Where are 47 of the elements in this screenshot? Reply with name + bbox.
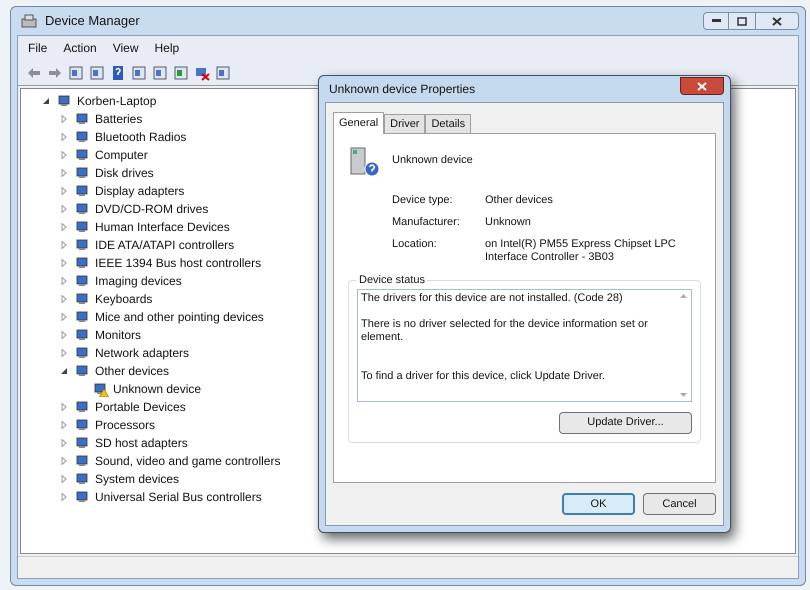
tree-item[interactable]: Imaging devices — [95, 272, 182, 290]
tree-item[interactable]: Human Interface Devices — [95, 218, 230, 236]
property-label: Device type: — [392, 194, 454, 207]
property-value: Other devices — [485, 194, 554, 207]
tab[interactable]: Driver — [384, 114, 426, 133]
tree-item[interactable]: Unknown device — [113, 380, 202, 398]
property-label: Location: — [392, 238, 438, 251]
status-message: There is no driver selected for the device information set or element. — [361, 318, 649, 344]
tree-item[interactable]: Keyboards — [95, 290, 152, 308]
tree-item[interactable]: DVD/CD-ROM drives — [95, 200, 208, 218]
tree-item[interactable]: Batteries — [95, 110, 142, 128]
group-title: Device status — [358, 273, 426, 288]
property-label: Manufacturer: — [392, 216, 461, 229]
tab[interactable]: General — [333, 112, 384, 134]
tree-item[interactable]: Processors — [95, 416, 156, 434]
dialog-button[interactable]: Cancel — [643, 493, 716, 515]
tree-item[interactable]: Portable Devices — [95, 398, 186, 416]
window-title: Device Manager — [45, 12, 140, 30]
tree-item[interactable]: Disk drives — [95, 164, 154, 182]
tree-item[interactable]: Monitors — [95, 326, 142, 344]
update-driver-button[interactable]: Update Driver... — [559, 412, 692, 434]
tree-item[interactable]: Sound, video and game controllers — [95, 452, 280, 470]
tree-item[interactable]: Universal Serial Bus controllers — [95, 488, 262, 506]
tree-item[interactable]: Display adapters — [95, 182, 184, 200]
tree-item[interactable]: Other devices — [95, 362, 170, 380]
status-message: To find a driver for this device, click Update Driver. — [361, 370, 606, 382]
tree-item[interactable]: Network adapters — [95, 344, 190, 362]
dialog-title: Unknown device Properties — [329, 81, 476, 98]
property-value: Unknown — [485, 216, 532, 229]
menu-item[interactable]: File — [22, 39, 54, 57]
device-name: Unknown device — [392, 153, 473, 168]
dialog-button[interactable]: OK — [562, 493, 635, 515]
tab[interactable]: Details — [425, 114, 472, 133]
tree-item[interactable]: SD host adapters — [95, 434, 188, 452]
menu-item[interactable]: Help — [148, 39, 186, 57]
tree-item[interactable]: Korben-Laptop — [77, 92, 156, 110]
tree-item[interactable]: IEEE 1394 Bus host controllers — [95, 254, 262, 272]
status-message: The drivers for this device are not installed. (Code 28) — [361, 292, 624, 304]
menu-item[interactable]: Action — [57, 39, 103, 57]
tree-item[interactable]: Mice and other pointing devices — [95, 308, 264, 326]
tree-item[interactable]: Computer — [95, 146, 148, 164]
tree-item[interactable]: System devices — [95, 470, 180, 488]
status-text-area[interactable]: The drivers for this device are not installed. (Code 28) There is no driver selected for the device information set or element. To find a driver for this device, click Update Driver. — [357, 288, 692, 402]
tree-item[interactable]: Bluetooth Radios — [95, 128, 186, 146]
menu-item[interactable]: View — [106, 39, 144, 57]
property-value: on Intel(R) PM55 Express Chipset LPC Interface Controller - 3B03 — [485, 238, 677, 264]
tree-item[interactable]: IDE ATA/ATAPI controllers — [95, 236, 234, 254]
